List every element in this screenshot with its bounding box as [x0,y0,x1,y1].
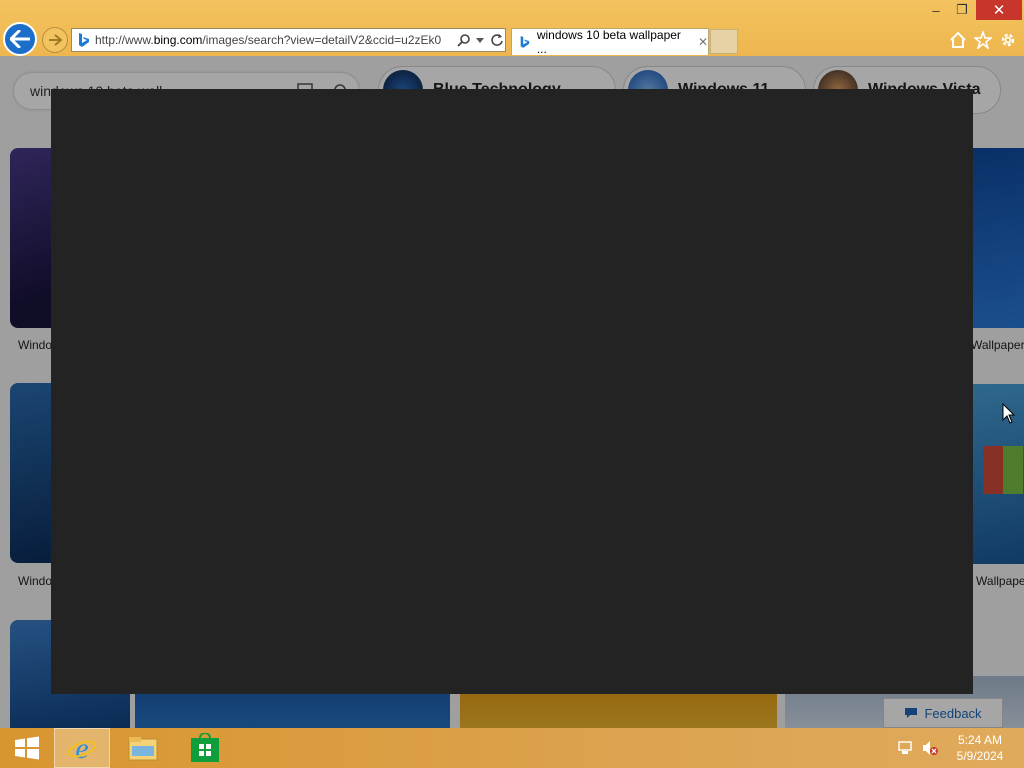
windows-logo-icon [15,736,39,760]
network-icon[interactable] [897,739,915,757]
dropdown-arrow-icon[interactable] [475,35,485,45]
taskbar-internet-explorer[interactable]: e [54,728,110,768]
svg-text:e: e [75,733,88,763]
store-icon [191,733,219,762]
mouse-cursor-icon [1002,403,1016,424]
taskbar: e 5:24 AM 5/9/2024 [0,728,1024,768]
arrow-left-icon [10,30,30,48]
refresh-icon[interactable] [490,33,504,47]
search-icon[interactable] [457,33,471,47]
browser-frame: – ❐ ✕ http://www.bing.com/images/search?… [0,0,1024,56]
close-button[interactable]: ✕ [976,0,1022,20]
clock-time: 5:24 AM [957,733,1003,747]
address-text: http://www.bing.com/images/search?view=d… [95,33,442,47]
folder-icon [128,737,158,761]
home-icon[interactable] [948,30,968,50]
internet-explorer-icon: e [67,733,97,763]
tab-close-icon[interactable]: ✕ [698,35,708,49]
back-button[interactable] [3,22,37,56]
taskbar-file-explorer[interactable] [116,728,170,768]
bing-icon [79,33,89,47]
start-button[interactable] [0,728,54,768]
volume-muted-icon[interactable] [921,739,939,757]
address-bar[interactable]: http://www.bing.com/images/search?view=d… [71,28,506,52]
minimize-button[interactable]: – [923,0,949,20]
favorites-star-icon[interactable] [973,30,993,50]
new-tab-button[interactable] [710,29,738,54]
system-clock[interactable]: 5:24 AM 5/9/2024 [952,732,1008,764]
arrow-right-icon [49,34,62,46]
image-detail-overlay[interactable] [51,89,973,694]
gear-icon[interactable] [998,30,1018,50]
tab-bing-images[interactable]: windows 10 beta wallpaper ... ✕ [511,28,709,56]
taskbar-store[interactable] [178,728,232,768]
forward-button[interactable] [42,27,68,53]
bing-icon [520,36,530,48]
clock-date: 5/9/2024 [956,749,1004,763]
tab-title: windows 10 beta wallpaper ... [536,28,681,56]
maximize-button[interactable]: ❐ [949,0,975,20]
